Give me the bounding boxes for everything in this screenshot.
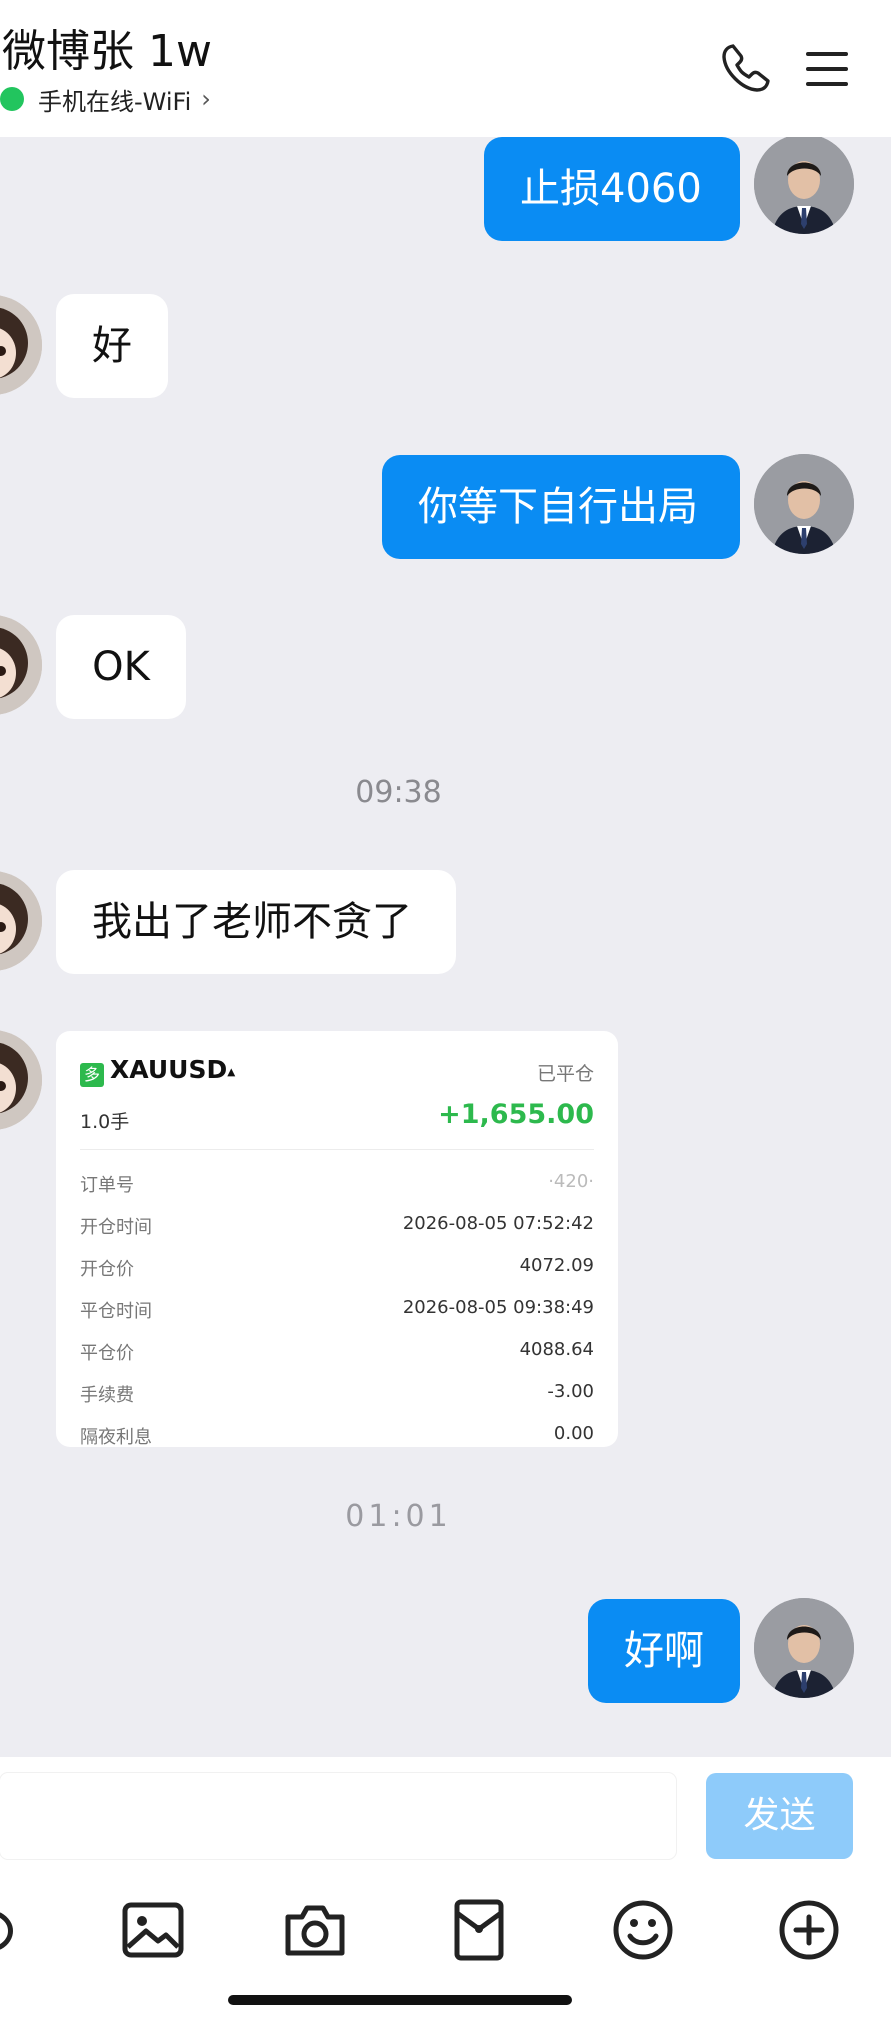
contact-avatar[interactable] bbox=[0, 871, 42, 971]
composer-bar: 发送 bbox=[0, 1757, 891, 2020]
send-button[interactable]: 发送 bbox=[706, 1773, 853, 1859]
detail-label: 订单号 bbox=[80, 1175, 134, 1196]
lot-size: 1.0手 bbox=[80, 1111, 130, 1133]
long-tag: 多 bbox=[80, 1063, 104, 1087]
incoming-message[interactable]: 好 bbox=[56, 294, 168, 398]
red-packet-icon[interactable] bbox=[444, 1895, 514, 1965]
online-status[interactable]: 手机在线-WiFi › bbox=[0, 84, 211, 116]
detail-label: 开仓时间 bbox=[80, 1217, 152, 1238]
detail-value: 2026-08-05 07:52:42 bbox=[402, 1213, 594, 1234]
detail-label: 开仓价 bbox=[80, 1259, 134, 1280]
symbol-label: XAUUSD bbox=[110, 1055, 228, 1084]
incoming-message[interactable]: OK bbox=[56, 615, 186, 719]
triangle-up-icon: ▴ bbox=[227, 1061, 236, 1081]
detail-row: 隔夜利息 0.00 bbox=[80, 1423, 594, 1449]
outgoing-message[interactable]: 好啊 bbox=[588, 1599, 740, 1703]
user-avatar[interactable] bbox=[754, 137, 854, 234]
chevron-right-icon: › bbox=[201, 85, 211, 113]
detail-row: 开仓时间 2026-08-05 07:52:42 bbox=[80, 1213, 594, 1239]
plus-icon[interactable] bbox=[774, 1895, 844, 1965]
user-avatar[interactable] bbox=[754, 1598, 854, 1698]
trade-symbol: XAUUSD▴ bbox=[110, 1055, 235, 1084]
menu-icon[interactable] bbox=[800, 38, 860, 98]
message-timestamp: 09:38 bbox=[355, 775, 442, 810]
detail-row: 开仓价 4072.09 bbox=[80, 1255, 594, 1281]
incoming-message[interactable]: 我出了老师不贪了 bbox=[56, 870, 456, 974]
detail-value: 2026-08-05 09:38:49 bbox=[402, 1297, 594, 1318]
message-list[interactable]: 止损4060 好 你等下自行出局 OK 09:38 我出了老师不贪了 多 XAU… bbox=[0, 137, 891, 1757]
detail-value: -3.00 bbox=[547, 1381, 594, 1402]
phone-icon[interactable] bbox=[716, 38, 776, 98]
contact-avatar[interactable] bbox=[0, 615, 42, 715]
divider bbox=[80, 1149, 594, 1150]
message-input[interactable] bbox=[0, 1773, 676, 1859]
detail-row: 手续费 -3.00 bbox=[80, 1381, 594, 1407]
online-status-label: 手机在线-WiFi bbox=[38, 87, 192, 116]
trade-screenshot-card[interactable]: 多 XAUUSD▴ 已平仓 1.0手 +1,655.00 订单号 ·420· 开仓… bbox=[56, 1031, 618, 1449]
detail-label: 隔夜利息 bbox=[80, 1427, 152, 1448]
outgoing-message[interactable]: 你等下自行出局 bbox=[382, 455, 740, 559]
detail-value: 4088.64 bbox=[519, 1339, 594, 1360]
contact-avatar[interactable] bbox=[0, 1030, 42, 1130]
detail-row: 平仓价 4088.64 bbox=[80, 1339, 594, 1365]
contact-name: 微博张 1w bbox=[2, 26, 212, 77]
home-indicator[interactable] bbox=[228, 1995, 572, 2005]
detail-label: 平仓价 bbox=[80, 1343, 134, 1364]
chat-header: 微博张 1w 手机在线-WiFi › bbox=[0, 0, 891, 137]
position-status: 已平仓 bbox=[536, 1063, 594, 1085]
detail-row: 订单号 ·420· bbox=[80, 1171, 594, 1197]
detail-value: ·420· bbox=[548, 1171, 594, 1192]
online-dot-icon bbox=[0, 87, 24, 111]
detail-label: 平仓时间 bbox=[80, 1301, 152, 1322]
detail-value: 4072.09 bbox=[519, 1255, 594, 1276]
profit-value: +1,655.00 bbox=[438, 1099, 594, 1130]
user-avatar[interactable] bbox=[754, 454, 854, 554]
outgoing-message[interactable]: 止损4060 bbox=[484, 137, 740, 241]
message-timestamp: 01:01 bbox=[345, 1499, 452, 1534]
contact-avatar[interactable] bbox=[0, 295, 42, 395]
camera-icon[interactable] bbox=[280, 1895, 350, 1965]
detail-row: 平仓时间 2026-08-05 09:38:49 bbox=[80, 1297, 594, 1323]
detail-value: 0.00 bbox=[553, 1423, 594, 1444]
voice-icon[interactable] bbox=[0, 1895, 40, 1965]
detail-label: 手续费 bbox=[80, 1385, 134, 1406]
image-icon[interactable] bbox=[118, 1895, 188, 1965]
emoji-icon[interactable] bbox=[608, 1895, 678, 1965]
